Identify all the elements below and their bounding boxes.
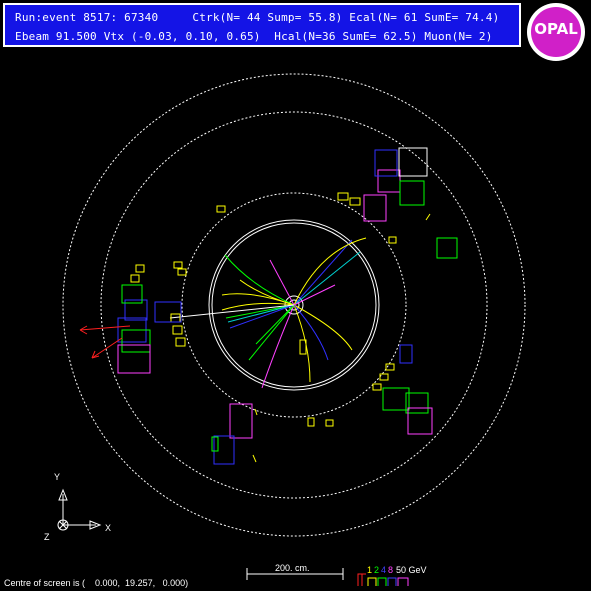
energy-scale-labels: 1 2 4 8 50 GeV — [367, 565, 427, 575]
ecal-hit — [252, 454, 257, 463]
logo-text: OPAL — [534, 20, 578, 38]
ecal-hit — [254, 408, 258, 416]
hcal-hit — [211, 436, 219, 452]
ecal-hit — [372, 383, 382, 391]
event-info-line-1: Run:event 8517: 67340 Ctrk(N= 44 Sump= 5… — [15, 11, 500, 24]
ecal-hit — [349, 197, 361, 206]
hcal-hit — [229, 403, 253, 439]
event-display: Y X Z 200. cm. 1 2 4 8 50 GeV — [44, 73, 526, 586]
energy-label-8: 8 — [388, 565, 393, 575]
hcal-hit — [398, 147, 428, 177]
track — [293, 304, 353, 351]
opal-logo: OPAL — [527, 3, 585, 61]
ecal-hit — [172, 325, 183, 335]
energy-scale-mark — [387, 577, 397, 586]
track — [293, 237, 367, 306]
ecal-hit — [130, 274, 140, 283]
hcal-hit — [154, 301, 182, 323]
track — [293, 304, 311, 383]
muon-track — [79, 325, 131, 331]
event-info-header: Run:event 8517: 67340 Ctrk(N= 44 Sump= 5… — [3, 3, 521, 47]
energy-scale — [357, 573, 409, 586]
ecal-hit — [337, 192, 349, 201]
track — [293, 239, 353, 306]
track — [261, 304, 295, 389]
hcal-hit — [399, 180, 425, 206]
ecal-hits — [130, 192, 431, 463]
hcal-hit — [117, 344, 151, 374]
z-axis-label: Z — [44, 532, 50, 542]
ecal-hit — [173, 261, 183, 269]
energy-scale-mark — [377, 577, 387, 586]
hcal-hit — [363, 194, 387, 222]
track — [293, 251, 361, 306]
scale-label: 200. cm. — [275, 563, 310, 573]
energy-scale-mark — [397, 577, 409, 586]
energy-label-50: 50 GeV — [396, 565, 427, 575]
ecal-hit — [177, 268, 187, 276]
energy-label-1: 1 — [367, 565, 372, 575]
y-axis-label: Y — [54, 472, 60, 482]
ecal-hit — [388, 236, 397, 244]
ecal-hit — [425, 213, 431, 221]
ecal-hit — [307, 417, 315, 427]
track-group — [169, 237, 367, 389]
ecal-hit — [175, 337, 186, 347]
event-info-line-2: Ebeam 91.500 Vtx (-0.03, 0.10, 0.65) Hca… — [15, 30, 493, 43]
axis-indicator — [57, 488, 102, 531]
track — [227, 304, 295, 323]
ecal-hit — [379, 373, 389, 381]
hcal-hit — [382, 387, 410, 411]
energy-scale-mark — [357, 573, 366, 586]
hcal-hit — [213, 435, 235, 465]
ecal-hit — [325, 419, 334, 427]
energy-label-4: 4 — [381, 565, 386, 575]
ecal-hit — [216, 205, 226, 213]
ecal-hit — [135, 264, 145, 273]
x-axis-label: X — [105, 523, 111, 533]
centre-of-screen-text: Centre of screen is ( 0.000, 19.257, 0.0… — [4, 578, 189, 588]
track — [224, 254, 295, 306]
energy-scale-mark — [367, 577, 377, 586]
energy-label-2: 2 — [374, 565, 379, 575]
hcal-hit — [399, 344, 413, 364]
hcal-hit — [436, 237, 458, 259]
track — [293, 304, 329, 361]
